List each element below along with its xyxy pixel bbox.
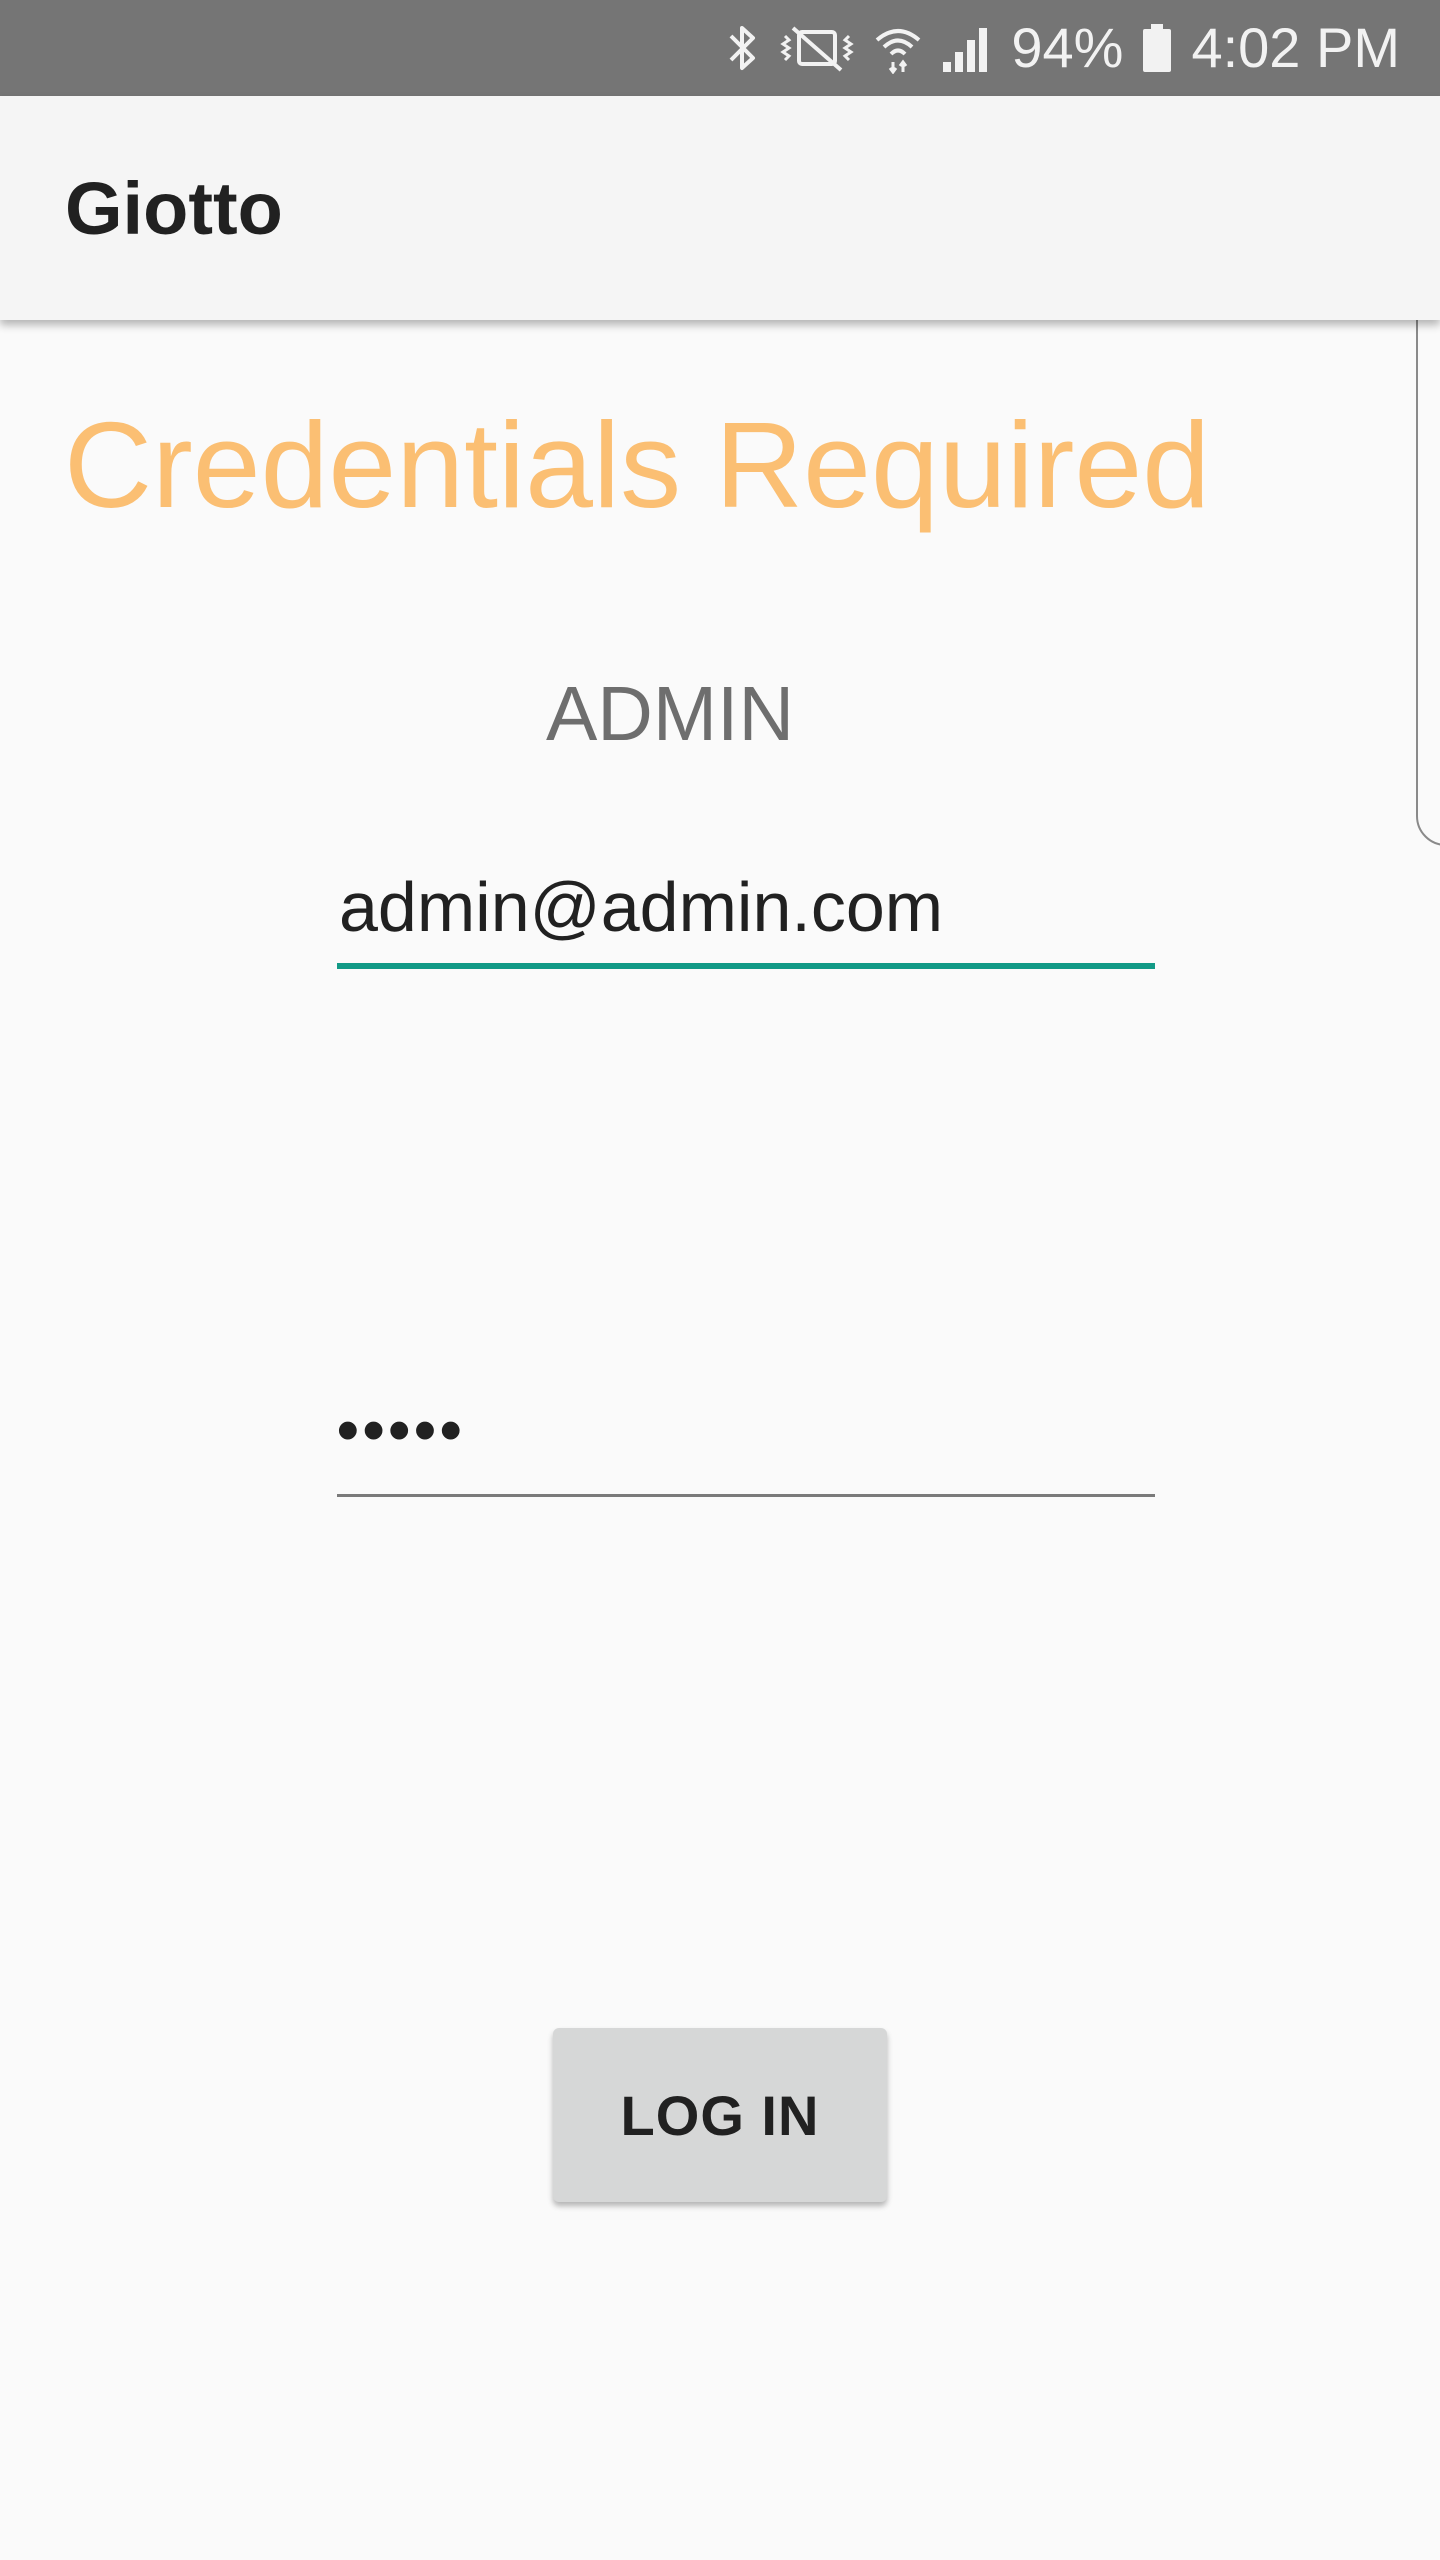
app-bar: Giotto [0,96,1440,320]
bluetooth-icon [725,22,761,74]
app-title: Giotto [65,166,283,250]
page-title: Credentials Required [64,397,1211,533]
password-value[interactable]: ••••• [337,1400,466,1462]
password-field[interactable]: ••••• [337,1400,1155,1500]
wifi-icon [873,22,923,74]
status-time: 4:02 PM [1191,16,1400,79]
role-label: ADMIN [545,671,795,757]
signal-icon [941,22,993,74]
email-field[interactable]: admin@admin.com [337,872,1155,972]
edge-panel-handle[interactable] [1416,258,1440,846]
login-button[interactable]: LOG IN [553,2028,887,2202]
email-field-underline [337,963,1155,969]
email-value[interactable]: admin@admin.com [339,872,943,942]
password-field-underline [337,1494,1155,1497]
status-bar: 94% 4:02 PM [0,0,1440,96]
vibrate-mute-icon [779,22,855,74]
battery-icon [1141,22,1173,74]
battery-percent: 94% [1011,16,1124,79]
status-icons: 94% 4:02 PM [725,0,1400,96]
